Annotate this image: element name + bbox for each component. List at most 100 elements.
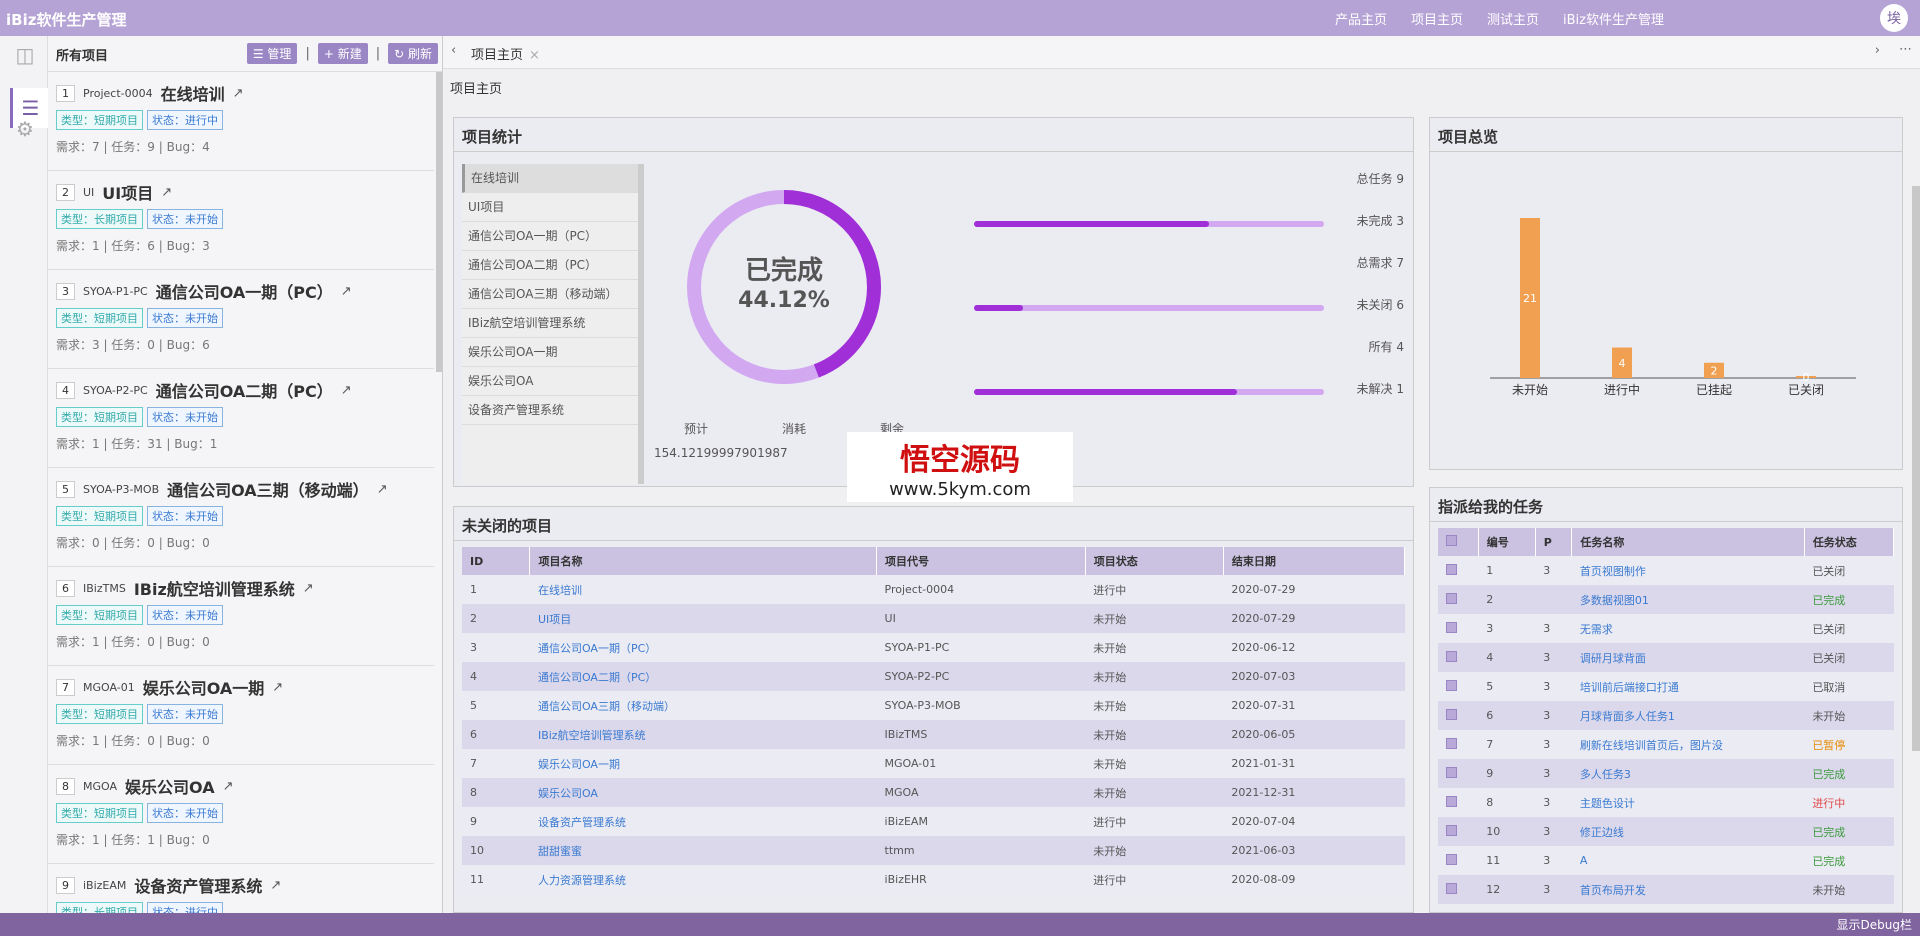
row-checkbox[interactable]: [1438, 730, 1479, 759]
table-cell[interactable]: 人力资源管理系统: [529, 865, 877, 894]
table-cell[interactable]: 调研月球背面: [1571, 643, 1805, 672]
col-header[interactable]: ID: [462, 547, 531, 575]
table-cell[interactable]: 通信公司OA三期（移动端）: [529, 691, 877, 720]
item-name[interactable]: 在线培训: [161, 81, 225, 105]
table-cell[interactable]: A: [1571, 846, 1805, 875]
table-cell[interactable]: 甜甜蜜蜜: [529, 836, 877, 865]
stat-project-item[interactable]: UI项目: [462, 193, 638, 222]
checkbox[interactable]: [1446, 766, 1457, 778]
row-checkbox[interactable]: [1438, 672, 1479, 701]
col-header[interactable]: 结束日期: [1223, 547, 1406, 575]
external-link-icon[interactable]: ↗: [377, 482, 388, 497]
main-scrollbar[interactable]: [1912, 186, 1920, 751]
list-item[interactable]: 4 SYOA-P2-PC 通信公司OA二期（PC） ↗ 类型：短期项目 状态：未开始 需求：…: [48, 369, 434, 468]
table-cell[interactable]: 设备资产管理系统: [529, 807, 877, 836]
external-link-icon[interactable]: ↗: [223, 779, 234, 794]
checkbox[interactable]: [1446, 737, 1457, 749]
table-row[interactable]: 8 3 主题色设计 进行中: [1438, 788, 1894, 817]
table-row[interactable]: 8 娱乐公司OA MGOA 未开始 2021-12-31: [462, 778, 1405, 807]
table-cell[interactable]: 多人任务3: [1571, 759, 1805, 788]
table-row[interactable]: 11 3 A 已完成: [1438, 846, 1894, 875]
stat-project-item[interactable]: 设备资产管理系统: [462, 396, 638, 425]
chevron-right-icon[interactable]: ›: [1875, 43, 1880, 58]
select-all-checkbox[interactable]: [1438, 528, 1479, 556]
external-link-icon[interactable]: ↗: [270, 878, 281, 893]
row-checkbox[interactable]: [1438, 614, 1479, 643]
table-cell[interactable]: 多数据视图01: [1571, 585, 1805, 614]
table-row[interactable]: 9 设备资产管理系统 iBizEAM 进行中 2020-07-04: [462, 807, 1405, 836]
table-row[interactable]: 4 3 调研月球背面 已关闭: [1438, 643, 1894, 672]
checkbox[interactable]: [1446, 535, 1457, 546]
external-link-icon[interactable]: ↗: [303, 581, 314, 596]
checkbox[interactable]: [1446, 621, 1457, 633]
row-checkbox[interactable]: [1438, 759, 1479, 788]
table-cell[interactable]: 修正边线: [1571, 817, 1805, 846]
manage-button[interactable]: ☰ 管理: [246, 43, 298, 64]
table-row[interactable]: 11 人力资源管理系统 iBizEHR 进行中 2020-08-09: [462, 865, 1405, 894]
item-name[interactable]: 娱乐公司OA一期: [143, 675, 265, 699]
list-item[interactable]: 7 MGOA-01 娱乐公司OA一期 ↗ 类型：短期项目 状态：未开始 需求：1 | 任务：…: [48, 666, 434, 765]
table-cell[interactable]: 月球背面多人任务1: [1571, 701, 1805, 730]
row-checkbox[interactable]: [1438, 701, 1479, 730]
stat-project-item[interactable]: 通信公司OA二期（PC）: [462, 251, 638, 280]
col-header[interactable]: 任务状态: [1804, 528, 1895, 556]
table-row[interactable]: 7 娱乐公司OA一期 MGOA-01 未开始 2021-01-31: [462, 749, 1405, 778]
external-link-icon[interactable]: ↗: [233, 86, 244, 101]
table-row[interactable]: 4 通信公司OA二期（PC） SYOA-P2-PC 未开始 2020-07-03: [462, 662, 1405, 691]
table-row[interactable]: 6 3 月球背面多人任务1 未开始: [1438, 701, 1894, 730]
table-cell[interactable]: 首页布局开发: [1571, 875, 1805, 904]
table-cell[interactable]: 通信公司OA二期（PC）: [529, 662, 877, 691]
checkbox[interactable]: [1446, 708, 1457, 720]
col-header[interactable]: 项目名称: [529, 547, 878, 575]
table-row[interactable]: 7 3 刷新在线培训首页后，图片没 已暂停: [1438, 730, 1894, 759]
chevron-left-icon[interactable]: ‹: [451, 43, 456, 58]
gears-icon[interactable]: ⚙: [12, 116, 38, 142]
checkbox[interactable]: [1446, 679, 1457, 691]
stat-project-item[interactable]: 在线培训: [462, 164, 638, 193]
row-checkbox[interactable]: [1438, 643, 1479, 672]
table-row[interactable]: 2 多数据视图01 已完成: [1438, 585, 1894, 614]
stat-project-item[interactable]: 娱乐公司OA一期: [462, 338, 638, 367]
table-row[interactable]: 1 在线培训 Project-0004 进行中 2020-07-29: [462, 575, 1405, 604]
refresh-button[interactable]: ↻ 刷新: [388, 43, 438, 64]
row-checkbox[interactable]: [1438, 788, 1479, 817]
stat-project-item[interactable]: 通信公司OA三期（移动端）: [462, 280, 638, 309]
table-cell[interactable]: 首页视图制作: [1571, 556, 1805, 585]
table-row[interactable]: 5 3 培训前后端接口打通 已取消: [1438, 672, 1894, 701]
col-header[interactable]: 编号: [1478, 528, 1536, 556]
list-scrollbar[interactable]: [436, 72, 442, 372]
item-name[interactable]: 通信公司OA三期（移动端）: [167, 477, 369, 501]
table-row[interactable]: 12 3 首页布局开发 未开始: [1438, 875, 1894, 904]
table-cell[interactable]: 主题色设计: [1571, 788, 1805, 817]
external-link-icon[interactable]: ↗: [341, 284, 352, 299]
row-checkbox[interactable]: [1438, 846, 1479, 875]
external-link-icon[interactable]: ↗: [161, 185, 172, 200]
table-row[interactable]: 1 3 首页视图制作 已关闭: [1438, 556, 1894, 585]
list-item[interactable]: 3 SYOA-P1-PC 通信公司OA一期（PC） ↗ 类型：短期项目 状态：未开始 需求：…: [48, 270, 434, 369]
item-name[interactable]: 娱乐公司OA: [125, 774, 215, 798]
list-item[interactable]: 9 iBizEAM 设备资产管理系统 ↗ 类型：长期项目 状态：进行中: [48, 864, 434, 913]
stat-project-item[interactable]: 通信公司OA一期（PC）: [462, 222, 638, 251]
table-row[interactable]: 5 通信公司OA三期（移动端） SYOA-P3-MOB 未开始 2020-07-31: [462, 691, 1405, 720]
stat-project-item[interactable]: 娱乐公司OA: [462, 367, 638, 396]
table-cell[interactable]: 培训前后端接口打通: [1571, 672, 1805, 701]
close-icon[interactable]: ×: [529, 48, 540, 63]
table-row[interactable]: 6 IBiz航空培训管理系统 IBizTMS 未开始 2020-06-05: [462, 720, 1405, 749]
stat-project-item[interactable]: IBiz航空培训管理系统: [462, 309, 638, 338]
list-item[interactable]: 2 UI UI项目 ↗ 类型：长期项目 状态：未开始 需求：1 | 任务：6 | Bug：3: [48, 171, 434, 270]
table-row[interactable]: 3 3 无需求 已关闭: [1438, 614, 1894, 643]
nav-project[interactable]: 项目主页: [1411, 9, 1463, 28]
checkbox[interactable]: [1446, 650, 1457, 662]
table-cell[interactable]: 娱乐公司OA一期: [529, 749, 877, 778]
tab-project-home[interactable]: 项目主页 ×: [471, 44, 540, 63]
nav-test[interactable]: 测试主页: [1487, 9, 1539, 28]
table-row[interactable]: 3 通信公司OA一期（PC） SYOA-P1-PC 未开始 2020-06-12: [462, 633, 1405, 662]
checkbox[interactable]: [1446, 882, 1457, 894]
item-name[interactable]: IBiz航空培训管理系统: [134, 576, 295, 600]
row-checkbox[interactable]: [1438, 585, 1479, 614]
item-name[interactable]: 通信公司OA二期（PC）: [156, 378, 333, 402]
table-cell[interactable]: IBiz航空培训管理系统: [529, 720, 877, 749]
item-name[interactable]: 通信公司OA一期（PC）: [156, 279, 333, 303]
nav-product[interactable]: 产品主页: [1335, 9, 1387, 28]
col-header[interactable]: 项目状态: [1085, 547, 1224, 575]
